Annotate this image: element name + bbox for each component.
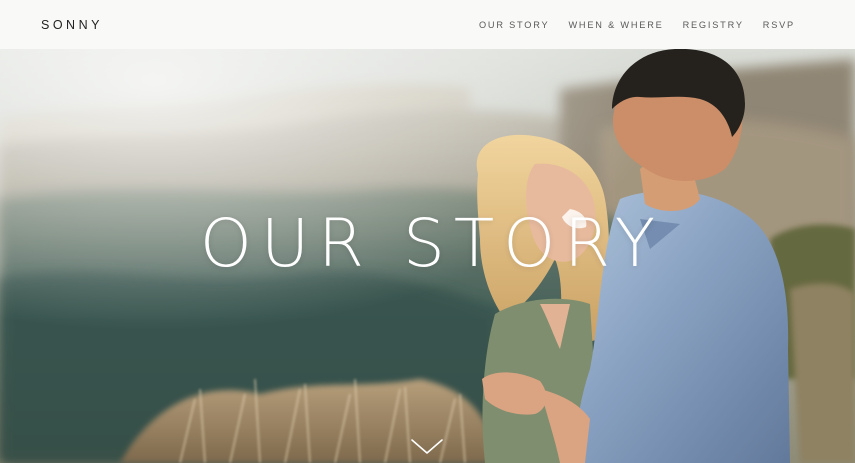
scroll-down-button[interactable]	[410, 436, 444, 458]
hero-section: OUR STORY	[0, 49, 855, 463]
hero-title: OUR STORY	[199, 205, 665, 282]
main-nav: OUR STORY WHEN & WHERE REGISTRY RSVP	[479, 20, 795, 30]
chevron-down-icon	[411, 439, 443, 454]
page: SONNY OUR STORY WHEN & WHERE REGISTRY RS…	[0, 0, 855, 463]
nav-link-rsvp[interactable]: RSVP	[763, 20, 795, 30]
site-header: SONNY OUR STORY WHEN & WHERE REGISTRY RS…	[0, 0, 855, 49]
nav-link-our-story[interactable]: OUR STORY	[479, 20, 550, 30]
nav-link-when-where[interactable]: WHEN & WHERE	[568, 20, 663, 30]
nav-link-registry[interactable]: REGISTRY	[683, 20, 744, 30]
site-logo[interactable]: SONNY	[41, 18, 103, 32]
